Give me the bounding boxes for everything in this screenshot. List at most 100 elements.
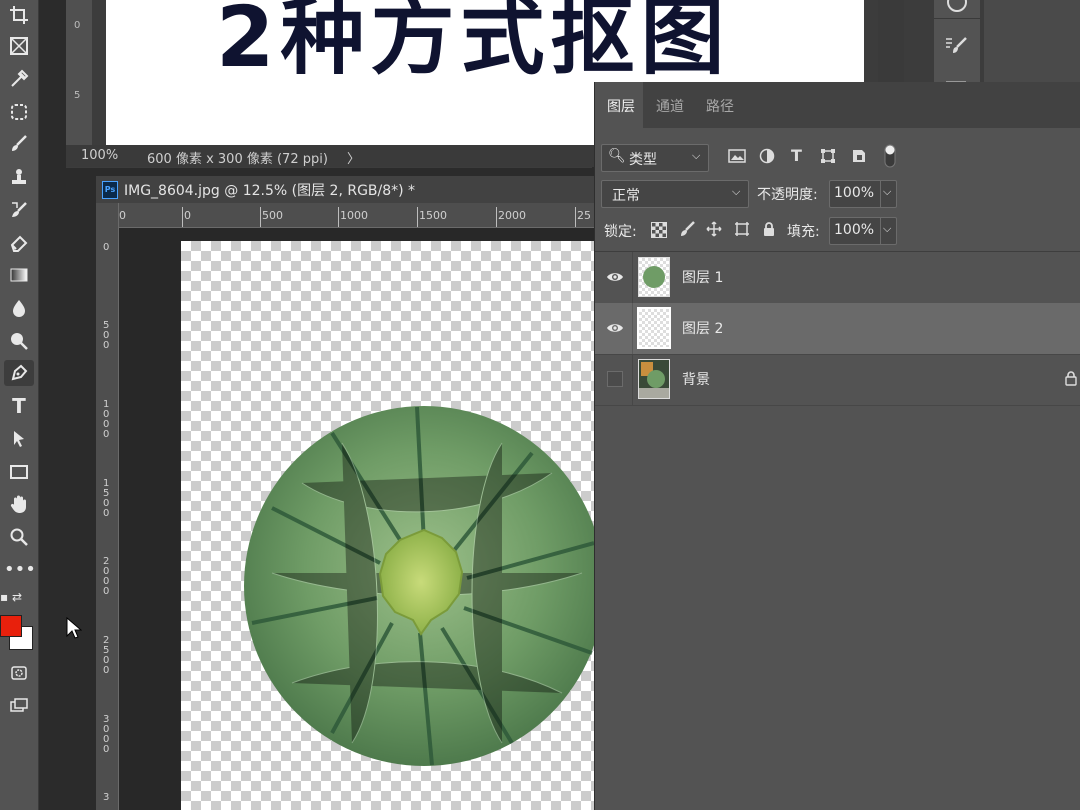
layer-row-2[interactable]: 图层 2 [595,303,1080,355]
right-top-area [864,0,1080,85]
visibility-toggle-off[interactable] [607,371,623,387]
swap-colors-icon[interactable]: ▪ ⇄ [0,590,34,606]
mouse-cursor [66,616,83,641]
layer-thumbnail [637,307,671,349]
filter-toggle[interactable] [884,144,896,168]
search-icon: 🔍︎ [608,148,626,164]
adjustment-filter-icon[interactable] [759,148,775,164]
top-status-bar: 100% 600 像素 x 300 像素 (72 ppi) 〉 [66,145,594,167]
patch-icon[interactable] [4,99,34,125]
more-icon[interactable]: ••• [4,557,36,583]
brush-icon[interactable] [4,131,34,157]
horizontal-ruler: 0 0 500 1000 1500 2000 25 [118,203,594,228]
document-tab[interactable]: Ps IMG_8604.jpg @ 12.5% (图层 2, RGB/8*) * [96,176,594,203]
eyedropper-icon[interactable] [4,66,34,92]
lock-all-icon[interactable] [762,221,776,237]
gradient-icon[interactable] [4,262,34,288]
divider [880,181,881,207]
ruler-label: 5 0 0 [103,320,110,351]
divider [632,354,633,405]
chevron-down-icon: ⌵ [732,185,741,198]
tab-layers[interactable]: 图层 [607,96,635,116]
chevron-down-icon[interactable]: ⌵ [883,185,891,199]
layer-name[interactable]: 背景 [682,369,710,389]
document-tab-title: IMG_8604.jpg @ 12.5% (图层 2, RGB/8*) * [124,183,416,199]
divider [632,303,633,354]
layer-row-background[interactable]: 背景 [595,354,1080,406]
fill-input[interactable]: 100% ⌵ [829,217,897,245]
ruler-label: 2 5 0 0 [103,635,110,676]
zoom-level[interactable]: 100% [81,148,118,163]
zucchini-thumb [647,370,665,388]
layer-row-1[interactable]: 图层 1 [595,252,1080,304]
history-brush-icon[interactable] [4,197,34,223]
zucchini-image [244,406,594,766]
chevron-down-icon[interactable]: ⌵ [883,222,891,236]
ruler-mark: 0 [74,20,81,31]
ruler-label: 2 0 0 0 [103,556,110,597]
type-filter-icon[interactable]: T [791,146,802,165]
smart-object-filter-icon[interactable] [851,148,867,164]
blend-mode-value: 正常 [612,188,640,204]
eye-icon[interactable] [606,319,624,337]
ruler-mark: 5 [74,90,81,101]
ruler-label: 3 [103,792,110,803]
top-vertical-ruler: 0 5 [66,0,92,145]
pixel-filter-icon[interactable] [728,148,746,164]
thumb-detail [639,388,669,398]
pen-icon[interactable] [4,360,34,386]
tab-paths[interactable]: 路径 [706,96,734,116]
lock-transparent-icon[interactable] [651,222,667,238]
layer-thumbnail [638,359,670,399]
eye-icon[interactable] [606,268,624,286]
transparent-canvas[interactable] [181,241,594,810]
opacity-label: 不透明度: [757,187,818,203]
zoom-icon[interactable] [4,524,34,550]
ruler-label: 0 [103,242,110,253]
layer-thumbnail [638,257,670,297]
divider [934,18,980,19]
blur-icon[interactable] [4,295,34,321]
ruler-label: 3 0 0 0 [103,714,110,755]
opacity-input[interactable]: 100% ⌵ [829,180,897,208]
properties-icon[interactable] [947,0,967,12]
quick-mask-icon[interactable] [4,660,34,686]
status-menu-arrow[interactable]: 〉 [347,148,360,167]
document-size-info: 600 像素 x 300 像素 (72 ppi) [147,152,328,167]
layer-name[interactable]: 图层 1 [682,267,723,287]
fill-label: 填充: [787,224,820,240]
shape-filter-icon[interactable] [820,148,836,164]
lock-move-icon[interactable] [706,221,722,237]
lock-brush-icon[interactable] [679,221,695,237]
vertical-ruler: 0 5 0 0 1 0 0 0 1 5 0 0 2 0 0 0 2 5 0 0 … [96,203,119,810]
chevron-down-icon: ⌵ [692,149,701,162]
eraser-icon[interactable] [4,229,34,255]
divider [632,252,633,303]
lock-label: 锁定: [604,224,637,240]
type-icon[interactable]: T [4,393,34,419]
dodge-icon[interactable] [4,328,34,354]
hand-icon[interactable] [4,491,34,517]
divider [880,218,881,244]
blend-mode-select[interactable]: 正常 ⌵ [601,180,749,208]
panel-tabs: 图层 通道 路径 [595,82,1080,128]
screen-mode-icon[interactable] [4,693,34,719]
photoshop-file-icon: Ps [102,181,118,199]
brush-settings-icon[interactable] [944,36,968,54]
foreground-color-swatch[interactable] [0,615,22,637]
document-title-text: 2种方式抠图 [216,0,731,86]
frame-icon[interactable] [4,33,34,59]
crop-icon[interactable] [4,2,34,28]
stamp-icon[interactable] [4,164,34,190]
clone-source-icon[interactable] [944,72,968,85]
gap [878,0,904,82]
layer-name[interactable]: 图层 2 [682,318,723,338]
toolbar: T ••• ▪ ⇄ [0,0,39,810]
tab-channels[interactable]: 通道 [656,96,684,116]
path-select-icon[interactable] [4,426,34,452]
filter-label: 类型 [629,152,657,168]
rectangle-icon[interactable] [4,459,34,485]
layer-filter-select[interactable]: 🔍︎ 类型 ⌵ [601,144,709,172]
layers-panel: 图层 通道 路径 🔍︎ 类型 ⌵ T 正常 ⌵ 不透明度: 100% ⌵ 锁定:… [594,82,1080,810]
lock-artboard-icon[interactable] [734,221,750,237]
